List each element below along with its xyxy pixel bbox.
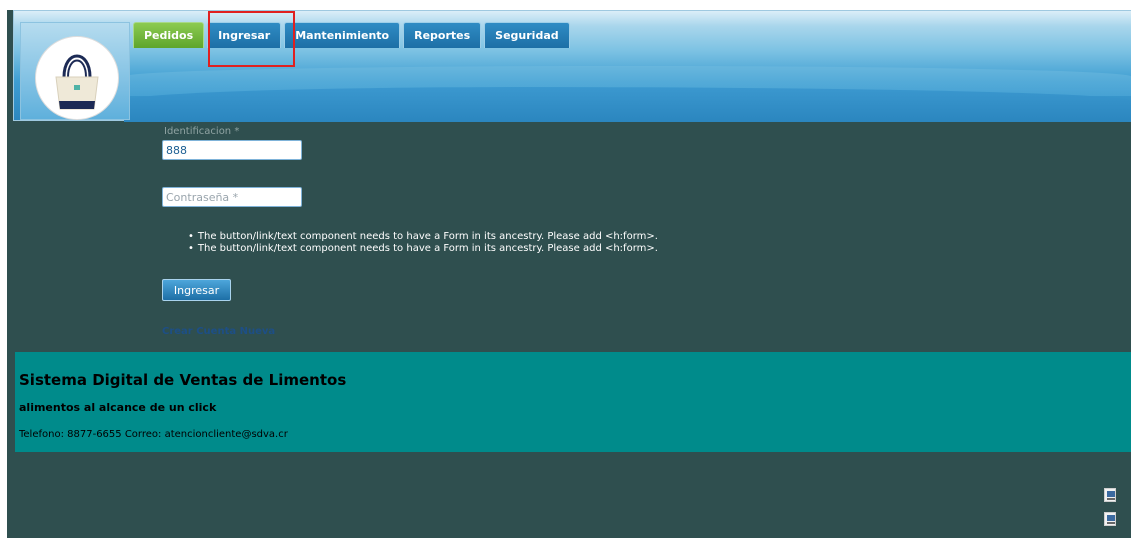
tab-pedidos[interactable]: Pedidos: [133, 22, 205, 48]
error-message: The button/link/text component needs to …: [188, 231, 658, 243]
main-nav: Pedidos Ingresar Mantenimiento Reportes …: [133, 22, 570, 48]
identificacion-input[interactable]: [162, 140, 302, 160]
footer-slogan: alimentos al alcance de un click: [19, 401, 217, 414]
header-wave-lower: [124, 87, 1131, 122]
tote-bag-icon: [35, 36, 119, 120]
broken-image-icon[interactable]: [1104, 512, 1116, 526]
tab-seguridad[interactable]: Seguridad: [484, 22, 570, 48]
tab-mantenimiento[interactable]: Mantenimiento: [284, 22, 401, 48]
highlight-box: [208, 11, 295, 67]
footer-contact: Telefono: 8877-6655 Correo: atencionclie…: [19, 429, 288, 440]
footer: Sistema Digital de Ventas de Limentos al…: [15, 352, 1131, 452]
error-message: The button/link/text component needs to …: [188, 243, 658, 255]
tab-reportes[interactable]: Reportes: [403, 22, 482, 48]
footer-title: Sistema Digital de Ventas de Limentos: [19, 371, 347, 389]
ingresar-button[interactable]: Ingresar: [162, 279, 231, 301]
logo: [20, 22, 130, 120]
identificacion-label: Identificacion *: [164, 126, 240, 137]
new-account-link[interactable]: Crear Cuenta Nueva: [162, 326, 275, 337]
error-messages: The button/link/text component needs to …: [188, 231, 658, 255]
broken-image-icon[interactable]: [1104, 488, 1116, 502]
password-input[interactable]: [162, 187, 302, 207]
